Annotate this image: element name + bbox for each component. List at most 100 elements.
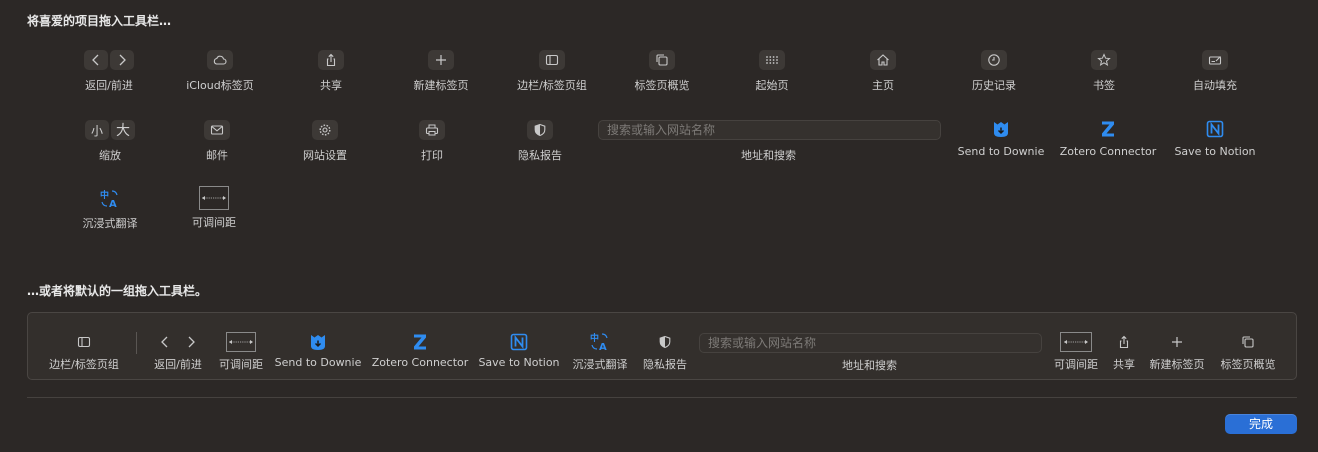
zotero-item[interactable]: Zotero Connector <box>1058 118 1158 158</box>
default-tab-overview-label: 标签页概览 <box>1220 358 1276 371</box>
chevron-left-icon <box>84 50 108 70</box>
sidebar-icon <box>539 50 565 70</box>
default-flexible-space-2-item: 可调间距 <box>1050 332 1102 372</box>
default-notion-item: Save to Notion <box>476 331 562 369</box>
share-item[interactable]: 共享 <box>301 50 361 93</box>
default-share-label: 共享 <box>1113 358 1135 371</box>
house-icon <box>870 50 896 70</box>
flexible-space-icon <box>199 186 229 210</box>
tab-overview-item[interactable]: 标签页概览 <box>626 50 698 93</box>
default-privacy-item: 隐私报告 <box>638 332 692 372</box>
tab-overview-label: 标签页概览 <box>634 79 690 92</box>
flexible-space-icon <box>1060 332 1092 352</box>
start-page-label: 起始页 <box>755 79 789 92</box>
zotero-icon <box>1096 118 1120 140</box>
bookmarks-item[interactable]: 书签 <box>1074 50 1134 93</box>
default-flexible-space-label: 可调间距 <box>219 358 263 371</box>
default-notion-label: Save to Notion <box>478 356 560 369</box>
default-share-item: 共享 <box>1106 332 1142 372</box>
envelope-icon <box>204 120 230 140</box>
new-tab-item[interactable]: 新建标签页 <box>405 50 477 93</box>
autofill-icon <box>1202 50 1228 70</box>
downie-label: Send to Downie <box>957 145 1045 158</box>
default-set-heading: …或者将默认的一组拖入工具栏。 <box>27 284 208 298</box>
website-settings-label: 网站设置 <box>303 149 347 162</box>
history-label: 历史记录 <box>972 79 1016 92</box>
zotero-label: Zotero Connector <box>1059 145 1157 158</box>
default-sidebar-label: 边栏/标签页组 <box>49 358 119 371</box>
share-icon <box>1111 332 1137 352</box>
default-translate-item: 中A 沉浸式翻译 <box>570 331 630 372</box>
back-forward-item[interactable]: 返回/前进 <box>78 50 140 93</box>
default-zotero-label: Zotero Connector <box>371 356 469 369</box>
zoom-item[interactable]: 小 大 缩放 <box>80 120 140 163</box>
chevron-right-icon <box>179 332 203 352</box>
default-back-forward-label: 返回/前进 <box>154 358 202 371</box>
print-label: 打印 <box>421 149 443 162</box>
svg-text:A: A <box>599 342 607 353</box>
home-label: 主页 <box>872 79 894 92</box>
website-settings-item[interactable]: 网站设置 <box>291 120 359 163</box>
default-downie-item: Send to Downie <box>274 331 362 369</box>
mail-item[interactable]: 邮件 <box>187 120 247 163</box>
notion-item[interactable]: Save to Notion <box>1170 118 1260 158</box>
mail-label: 邮件 <box>206 149 228 162</box>
notion-icon <box>1203 118 1227 140</box>
shield-icon <box>527 120 553 140</box>
default-privacy-label: 隐私报告 <box>643 358 687 371</box>
privacy-report-label: 隐私报告 <box>518 149 562 162</box>
plus-icon <box>1164 332 1190 352</box>
palette-heading: 将喜爱的项目拖入工具栏… <box>27 14 172 28</box>
flexible-space-item[interactable]: 可调间距 <box>184 186 244 230</box>
immersive-translate-label: 沉浸式翻译 <box>82 217 138 230</box>
shield-icon <box>652 332 678 352</box>
address-search-label: 地址和搜索 <box>741 149 796 162</box>
star-icon <box>1091 50 1117 70</box>
start-page-item[interactable]: 起始页 <box>742 50 802 93</box>
svg-text:A: A <box>109 199 117 210</box>
back-forward-label: 返回/前进 <box>85 79 133 92</box>
tab-overview-icon <box>1235 332 1261 352</box>
icloud-tabs-item[interactable]: iCloud标签页 <box>180 50 260 93</box>
print-item[interactable]: 打印 <box>402 120 462 163</box>
address-search-field[interactable]: 搜索或输入网站名称 <box>598 120 941 140</box>
notion-label: Save to Notion <box>1174 145 1256 158</box>
downie-icon <box>306 331 330 353</box>
default-address-field: 搜索或输入网站名称 <box>699 333 1042 353</box>
default-back-forward-item: 返回/前进 <box>148 332 208 372</box>
default-zotero-item: Zotero Connector <box>370 331 470 369</box>
svg-text:中: 中 <box>100 189 109 201</box>
zoom-out-button[interactable]: 小 <box>85 120 109 140</box>
history-item[interactable]: 历史记录 <box>960 50 1028 93</box>
default-flexible-space-item: 可调间距 <box>214 332 268 372</box>
flexible-space-icon <box>226 332 256 352</box>
default-address-label: 地址和搜索 <box>842 359 897 372</box>
footer-divider <box>27 397 1297 398</box>
zoom-in-button[interactable]: 大 <box>111 120 135 140</box>
new-tab-label: 新建标签页 <box>413 79 469 92</box>
downie-item[interactable]: Send to Downie <box>955 118 1047 158</box>
zotero-icon <box>408 331 432 353</box>
immersive-translate-item[interactable]: 中A 沉浸式翻译 <box>80 188 140 231</box>
home-item[interactable]: 主页 <box>853 50 913 93</box>
svg-text:中: 中 <box>590 332 599 344</box>
autofill-label: 自动填充 <box>1193 79 1237 92</box>
default-downie-label: Send to Downie <box>274 356 362 369</box>
icloud-tabs-label: iCloud标签页 <box>186 79 254 92</box>
autofill-item[interactable]: 自动填充 <box>1180 50 1250 93</box>
chevron-right-icon <box>110 50 134 70</box>
default-tab-overview-item: 标签页概览 <box>1214 332 1282 372</box>
notion-icon <box>507 331 531 353</box>
zoom-label: 缩放 <box>99 149 121 162</box>
sidebar-tabgroups-item[interactable]: 边栏/标签页组 <box>508 50 596 93</box>
default-flexible-space-2-label: 可调间距 <box>1054 358 1098 371</box>
chevron-left-icon <box>153 332 177 352</box>
default-new-tab-item: 新建标签页 <box>1145 332 1209 372</box>
plus-icon <box>428 50 454 70</box>
gear-icon <box>312 120 338 140</box>
privacy-report-item[interactable]: 隐私报告 <box>510 120 570 163</box>
done-button[interactable]: 完成 <box>1225 414 1297 434</box>
printer-icon <box>419 120 445 140</box>
share-label: 共享 <box>320 79 342 92</box>
default-new-tab-label: 新建标签页 <box>1149 358 1205 371</box>
